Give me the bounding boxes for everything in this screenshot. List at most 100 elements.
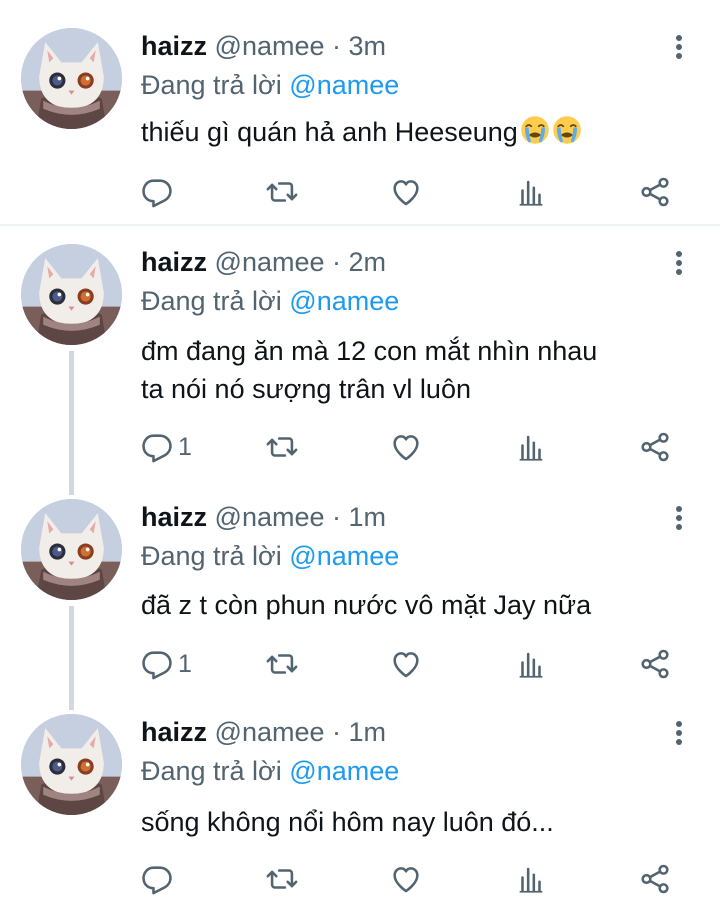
action-bar [0,861,720,897]
retweet-button[interactable] [265,429,299,465]
action-bar: 1 [0,646,720,682]
bar-chart-icon [514,647,548,681]
reply-button[interactable]: 1 [140,646,192,682]
tweet-4[interactable]: haizz @namee · 1m Đang trả lời @namee số… [0,710,720,905]
user-handle[interactable]: @namee [215,247,325,277]
share-button[interactable] [638,174,672,210]
retweet-button[interactable] [265,646,299,682]
retweet-icon [265,430,299,464]
timestamp[interactable]: 1m [349,717,387,747]
bar-chart-icon [514,175,548,209]
action-bar: 1 [0,429,720,465]
share-button[interactable] [638,861,672,897]
user-handle[interactable]: @namee [215,31,325,61]
tweet-header: haizz @namee · 2m [141,246,386,278]
separator-dot: · [332,247,342,277]
retweet-button[interactable] [265,861,299,897]
retweet-button[interactable] [265,174,299,210]
avatar[interactable] [21,714,122,815]
loudly-crying-face-icon [520,115,550,145]
share-button[interactable] [638,429,672,465]
tweet-text: thiếu gì quán hả anh Heeseung [141,113,582,151]
heart-icon [389,647,423,681]
tweet-text: sống không nổi hôm nay luôn đó... [141,803,554,841]
analytics-button[interactable] [514,646,548,682]
heart-icon [389,175,423,209]
more-options-icon[interactable] [672,35,686,65]
reply-button[interactable] [140,174,178,210]
separator-dot: · [332,31,342,61]
heart-icon [389,430,423,464]
replying-to: Đang trả lời @namee [141,285,399,317]
user-handle[interactable]: @namee [215,502,325,532]
replying-to-label: Đang trả lời [141,541,282,571]
replying-to-label: Đang trả lời [141,286,282,316]
tweet-text-line: thiếu gì quán hả anh Heeseung [141,117,518,147]
avatar[interactable] [21,28,122,129]
share-icon [638,175,672,209]
mention-link[interactable]: @namee [289,286,399,316]
retweet-icon [265,862,299,896]
timestamp[interactable]: 3m [349,31,387,61]
display-name[interactable]: haizz [141,247,207,277]
tweet-header: haizz @namee · 3m [141,30,386,62]
replying-to: Đang trả lời @namee [141,69,399,101]
share-icon [638,430,672,464]
replying-to-label: Đang trả lời [141,70,282,100]
display-name[interactable]: haizz [141,502,207,532]
bar-chart-icon [514,862,548,896]
mention-link[interactable]: @namee [289,70,399,100]
avatar[interactable] [21,244,122,345]
timestamp[interactable]: 1m [349,502,387,532]
mention-link[interactable]: @namee [289,541,399,571]
replying-to: Đang trả lời @namee [141,755,399,787]
share-button[interactable] [638,646,672,682]
tweet-2[interactable]: haizz @namee · 2m Đang trả lời @namee đm… [0,226,720,495]
tweet-1[interactable]: haizz @namee · 3m Đang trả lời @namee th… [0,0,720,226]
like-button[interactable] [389,646,423,682]
share-icon [638,862,672,896]
like-button[interactable] [389,861,423,897]
more-options-icon[interactable] [672,506,686,536]
action-bar [0,174,720,210]
share-icon [638,647,672,681]
timestamp[interactable]: 2m [349,247,387,277]
reply-icon [140,862,174,896]
analytics-button[interactable] [514,861,548,897]
loudly-crying-face-icon [552,115,582,145]
separator-dot: · [332,717,342,747]
more-options-icon[interactable] [672,721,686,751]
avatar[interactable] [21,499,122,600]
retweet-icon [265,647,299,681]
tweet-text: đm đang ăn mà 12 con mắt nhìn nhau ta nó… [141,332,597,408]
display-name[interactable]: haizz [141,717,207,747]
separator-dot: · [332,502,342,532]
heart-icon [389,862,423,896]
tweet-3[interactable]: haizz @namee · 1m Đang trả lời @namee đã… [0,495,720,710]
reply-count: 1 [178,432,192,461]
tweet-text-line: sống không nổi hôm nay luôn đó... [141,807,554,837]
tweet-header: haizz @namee · 1m [141,501,386,533]
analytics-button[interactable] [514,174,548,210]
like-button[interactable] [389,429,423,465]
user-handle[interactable]: @namee [215,717,325,747]
more-options-icon[interactable] [672,251,686,281]
replying-to: Đang trả lời @namee [141,540,399,572]
reply-icon [140,647,174,681]
bar-chart-icon [514,430,548,464]
like-button[interactable] [389,174,423,210]
replying-to-label: Đang trả lời [141,756,282,786]
tweet-header: haizz @namee · 1m [141,716,386,748]
reply-count: 1 [178,649,192,678]
thread-line [69,351,74,495]
tweet-text-line: ta nói nó sượng trân vl luôn [141,374,471,404]
reply-button[interactable]: 1 [140,429,192,465]
reply-icon [140,430,174,464]
analytics-button[interactable] [514,429,548,465]
retweet-icon [265,175,299,209]
tweet-text: đã z t còn phun nước vô mặt Jay nữa [141,586,591,624]
display-name[interactable]: haizz [141,31,207,61]
reply-button[interactable] [140,861,178,897]
tweet-text-line: đm đang ăn mà 12 con mắt nhìn nhau [141,336,598,366]
mention-link[interactable]: @namee [289,756,399,786]
